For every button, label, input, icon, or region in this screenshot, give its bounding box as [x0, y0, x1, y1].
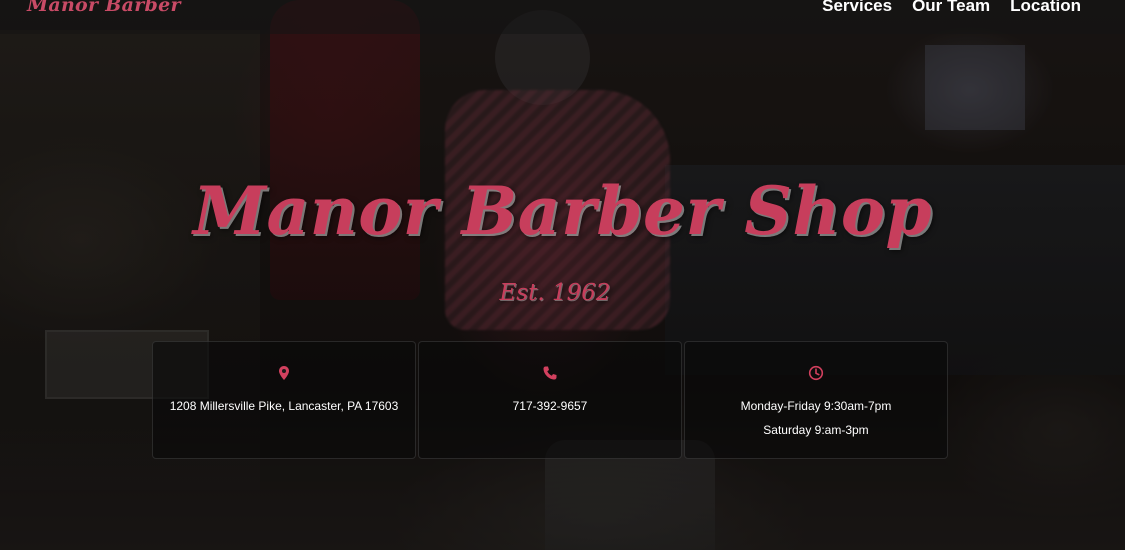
phone-icon — [543, 366, 557, 380]
site-header: Manor Barber Services Our Team Location — [0, 0, 1125, 34]
nav-link-services[interactable]: Services — [822, 0, 892, 16]
background-dark-overlay — [0, 0, 1125, 550]
hours-card: Monday-Friday 9:30am-7pm Saturday 9:am-3… — [684, 341, 948, 459]
nav-link-our-team[interactable]: Our Team — [912, 0, 990, 16]
hours-saturday: Saturday 9:am-3pm — [763, 423, 869, 437]
site-logo[interactable]: Manor Barber — [27, 0, 181, 16]
address-text: 1208 Millersville Pike, Lancaster, PA 17… — [169, 399, 399, 413]
page: Manor Barber Services Our Team Location … — [0, 0, 1125, 550]
clock-icon — [808, 365, 824, 381]
hours-weekday: Monday-Friday 9:30am-7pm — [740, 399, 892, 413]
main-nav: Services Our Team Location — [822, 0, 1081, 16]
info-cards: 1208 Millersville Pike, Lancaster, PA 17… — [152, 341, 948, 459]
hero-subtitle: Est. 1962 — [499, 280, 611, 306]
address-card: 1208 Millersville Pike, Lancaster, PA 17… — [152, 341, 416, 459]
nav-link-location[interactable]: Location — [1010, 0, 1081, 16]
hero-title: Manor Barber Shop — [192, 172, 933, 250]
phone-card: 717-392-9657 — [418, 341, 682, 459]
map-pin-icon — [279, 366, 289, 380]
phone-link[interactable]: 717-392-9657 — [419, 394, 681, 418]
